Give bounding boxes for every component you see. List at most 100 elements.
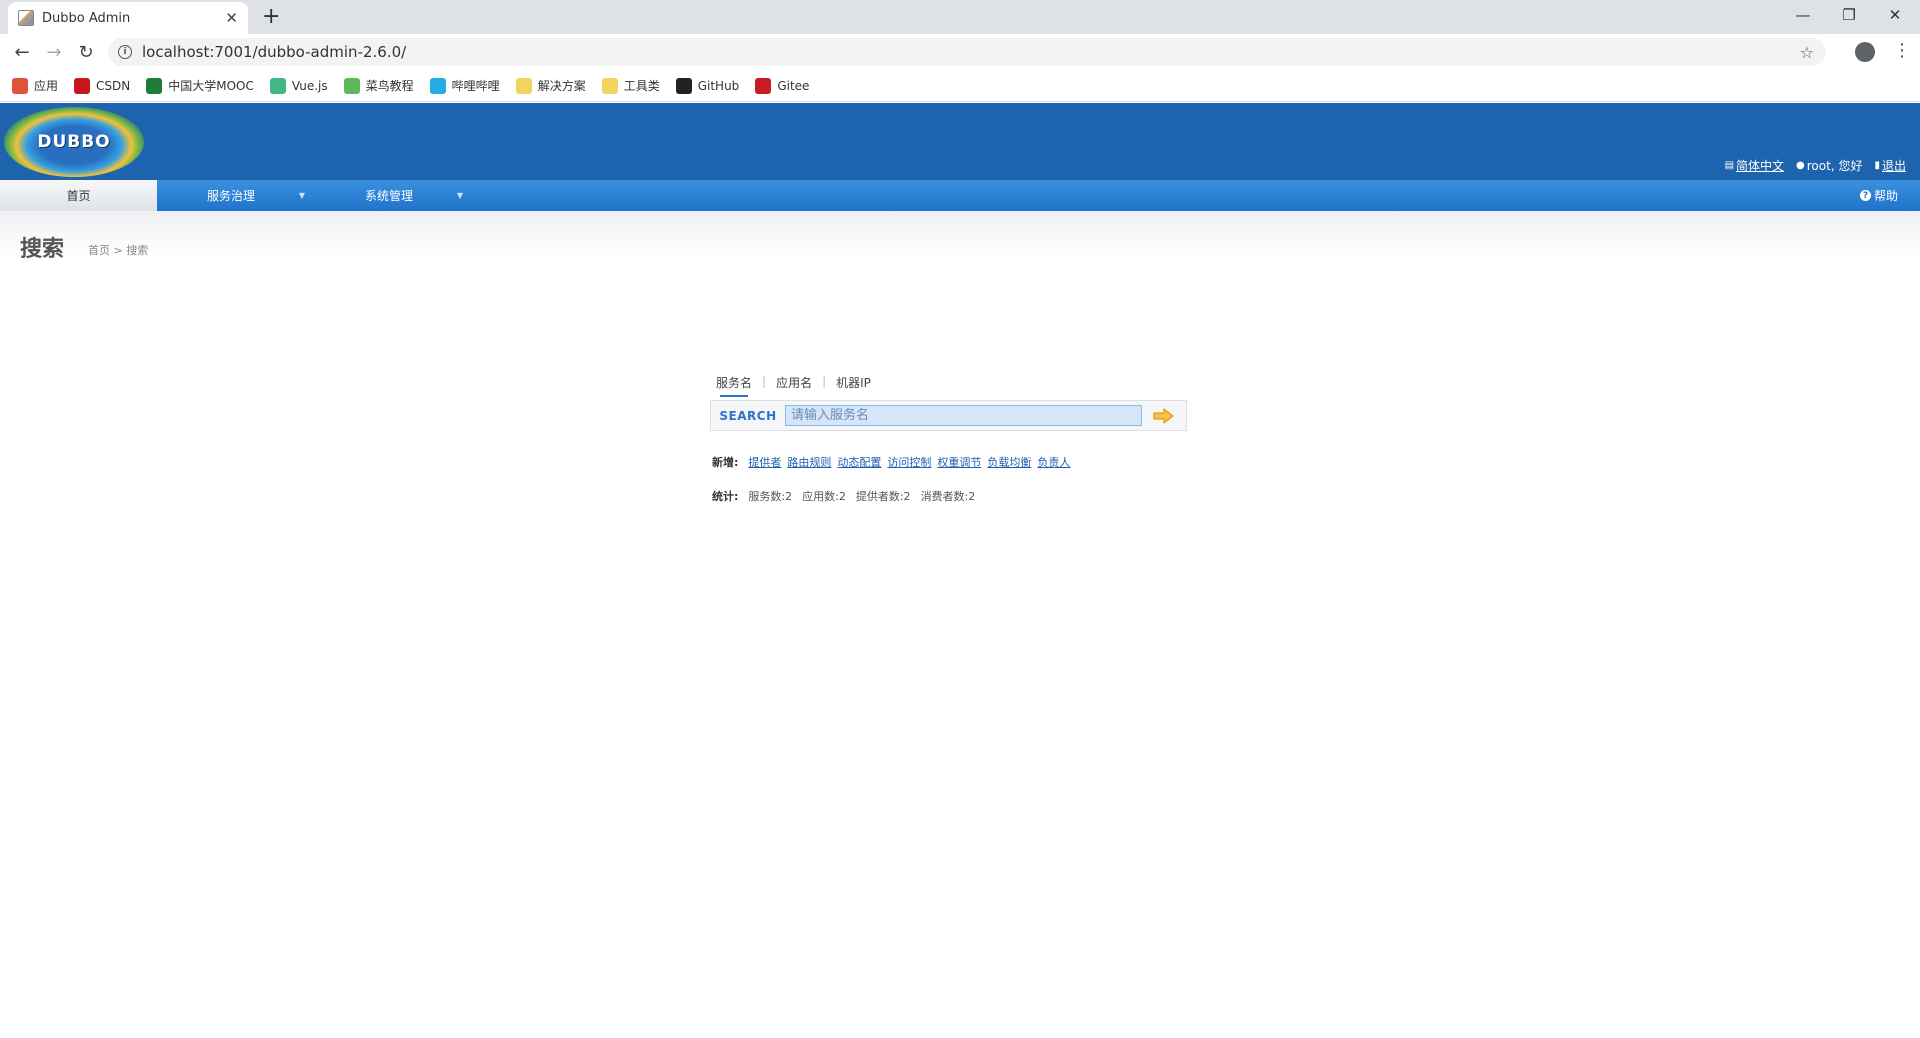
bookmark-item[interactable]: 哔哩哔哩 — [429, 77, 500, 94]
logout-icon: ▮ — [1874, 160, 1880, 171]
vue-icon — [269, 77, 286, 94]
bookmark-item[interactable]: GitHub — [675, 77, 740, 94]
bookmark-item[interactable]: Vue.js — [269, 77, 328, 94]
menu-system-management[interactable]: 系统管理 ▼ — [315, 180, 463, 211]
bookmark-label: 哔哩哔哩 — [451, 79, 500, 93]
quick-add-link[interactable]: 动态配置 — [837, 454, 881, 470]
search-box: SEARCH — [710, 400, 1187, 431]
github-icon — [675, 77, 692, 94]
url-bar[interactable]: i localhost:7001/dubbo-admin-2.6.0/ ☆ — [108, 38, 1826, 66]
dubbo-logo[interactable]: DUBBO — [4, 107, 144, 177]
stat-value: 服务数:2 — [748, 490, 793, 503]
restore-icon[interactable]: ❐ — [1826, 0, 1872, 30]
arrow-right-icon — [1153, 407, 1174, 424]
quick-add-link[interactable]: 提供者 — [748, 454, 781, 470]
search-submit-button[interactable] — [1142, 401, 1186, 430]
browser-menu-icon[interactable]: ⋮ — [1893, 40, 1911, 61]
bookmark-item[interactable]: 工具类 — [601, 77, 660, 94]
app-header: DUBBO ▤ 简体中文 ● root, 您好 ▮ 退出 — [0, 103, 1920, 180]
bookmark-star-icon[interactable]: ☆ — [1800, 43, 1814, 62]
bookmark-item[interactable]: Gitee — [755, 77, 810, 94]
statistics: 统计: 服务数:2 应用数:2 提供者数:2 消费者数:2 — [712, 488, 985, 504]
minimize-icon[interactable]: — — [1780, 0, 1826, 30]
logo-text: DUBBO — [37, 132, 111, 152]
tab-application-name[interactable]: 应用名 — [776, 374, 812, 391]
bookmark-label: GitHub — [697, 78, 740, 93]
address-bar-row: ← → ↻ i localhost:7001/dubbo-admin-2.6.0… — [0, 34, 1920, 70]
breadcrumb: 首页 > 搜索 — [88, 242, 148, 258]
search-input[interactable] — [785, 405, 1142, 426]
tab-close-icon[interactable]: ✕ — [225, 9, 238, 27]
bookmark-label: 解决方案 — [537, 79, 586, 93]
reload-icon[interactable]: ↻ — [74, 40, 98, 64]
bookmark-item[interactable]: 解决方案 — [515, 77, 586, 94]
gitee-icon — [755, 77, 772, 94]
quick-add-link[interactable]: 路由规则 — [787, 454, 831, 470]
bookmark-item[interactable]: 应用 — [12, 77, 58, 94]
dropdown-caret-icon: ▼ — [298, 191, 305, 200]
bookmarks-bar: 应用 CSDN 中国大学MOOC Vue.js 菜鸟教程 哔哩哔哩 解决方案 工具类 GitHu… — [0, 70, 1920, 102]
runoob-icon — [343, 77, 360, 94]
quick-add-label: 新增: — [712, 456, 739, 469]
breadcrumb-separator: > — [113, 244, 123, 257]
bookmark-label: CSDN — [96, 78, 131, 93]
dropdown-caret-icon: ▼ — [456, 191, 463, 200]
bookmark-item[interactable]: 中国大学MOOC — [146, 77, 254, 94]
logout-link[interactable]: ▮ 退出 — [1874, 157, 1906, 174]
breadcrumb-home[interactable]: 首页 — [88, 244, 110, 257]
stat-value: 应用数:2 — [802, 490, 846, 503]
tab-separator: | — [822, 374, 827, 388]
document-icon: ▤ — [1724, 160, 1735, 171]
quick-add-link[interactable]: 访问控制 — [887, 454, 931, 470]
new-tab-icon[interactable]: + — [262, 4, 280, 29]
help-link[interactable]: ? 帮助 — [1859, 180, 1898, 211]
search-type-tabs: 服务名 | 应用名 | 机器IP — [716, 374, 871, 397]
stat-value: 消费者数:2 — [920, 490, 976, 503]
page-title: 搜索 — [20, 237, 65, 262]
tab-separator: | — [762, 374, 767, 388]
bookmark-item[interactable]: CSDN — [74, 77, 131, 94]
bookmark-label: 菜鸟教程 — [365, 79, 414, 93]
user-links: ▤ 简体中文 ● root, 您好 ▮ 退出 — [1713, 157, 1906, 174]
folder-icon — [601, 77, 618, 94]
folder-icon — [515, 77, 532, 94]
window-close-icon[interactable]: ✕ — [1872, 0, 1918, 30]
tab-title: Dubbo Admin — [42, 10, 131, 26]
help-icon: ? — [1859, 190, 1871, 201]
quick-add-link[interactable]: 负载均衡 — [987, 454, 1031, 470]
quick-add-links: 新增: 提供者 路由规则 动态配置 访问控制 权重调节 负载均衡 负责人 — [712, 454, 1076, 470]
browser-tab[interactable]: Dubbo Admin ✕ — [8, 2, 248, 34]
bookmark-item[interactable]: 菜鸟教程 — [343, 77, 414, 94]
bookmark-label: 中国大学MOOC — [168, 79, 254, 93]
quick-add-link[interactable]: 负责人 — [1037, 454, 1070, 470]
user-greeting: ● root, 您好 — [1796, 159, 1863, 173]
back-icon[interactable]: ← — [10, 40, 34, 64]
main-menu: 首页 服务治理 ▼ 系统管理 ▼ ? 帮助 — [0, 180, 1920, 211]
csdn-icon — [74, 77, 91, 94]
url-text: localhost:7001/dubbo-admin-2.6.0/ — [142, 43, 407, 61]
bookmark-label: Gitee — [777, 78, 810, 93]
menu-service-governance[interactable]: 服务治理 ▼ — [157, 180, 305, 211]
forward-icon[interactable]: → — [42, 40, 66, 64]
mooc-icon — [146, 77, 163, 94]
page-header: 搜索 首页 > 搜索 — [0, 211, 1920, 262]
bookmark-label: 应用 — [34, 79, 59, 93]
quick-add-link[interactable]: 权重调节 — [937, 454, 981, 470]
stat-value: 提供者数:2 — [855, 490, 911, 503]
menu-home[interactable]: 首页 — [0, 180, 157, 211]
profile-avatar-icon[interactable] — [1855, 42, 1875, 62]
apps-grid-icon — [12, 77, 28, 94]
bilibili-icon — [429, 77, 446, 94]
breadcrumb-current: 搜索 — [126, 244, 149, 257]
language-link[interactable]: ▤ 简体中文 — [1725, 157, 1784, 174]
bookmark-label: Vue.js — [291, 78, 328, 93]
stats-label: 统计: — [712, 490, 739, 503]
site-info-icon[interactable]: i — [118, 45, 132, 59]
tab-service-name[interactable]: 服务名 — [716, 374, 752, 397]
bookmark-label: 工具类 — [623, 79, 660, 93]
browser-titlebar: Dubbo Admin ✕ + — ❐ ✕ — [0, 0, 1920, 34]
search-label: SEARCH — [719, 408, 777, 423]
tab-machine-ip[interactable]: 机器IP — [836, 374, 871, 391]
user-icon: ● — [1796, 160, 1805, 171]
tab-favicon-icon — [18, 10, 34, 26]
